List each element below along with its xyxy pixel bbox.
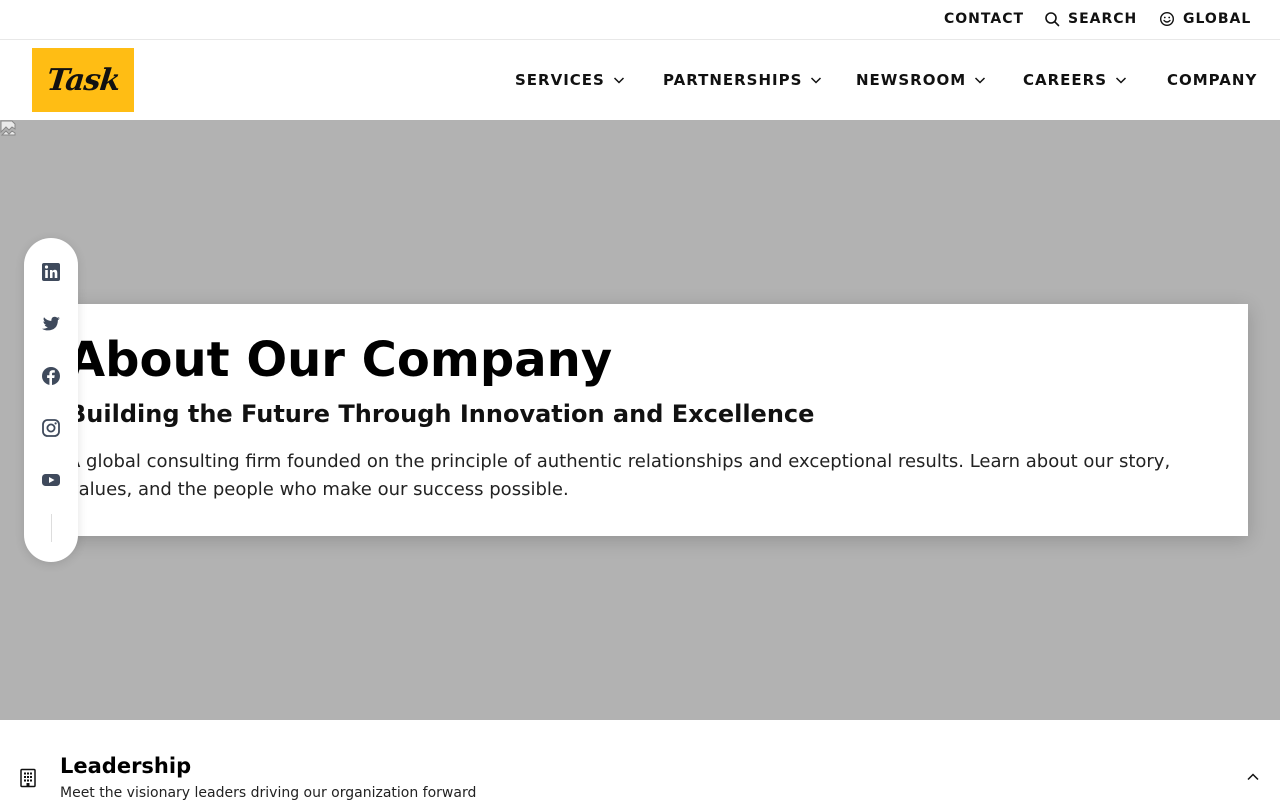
search-label: SEARCH [1068, 11, 1138, 27]
nav-label-partnerships: PARTNERSHIPS [663, 71, 803, 89]
broken-image-icon [0, 120, 16, 136]
social-share-bar [24, 238, 78, 562]
nav-item-newsroom[interactable]: NEWSROOM [856, 71, 986, 89]
twitter-icon[interactable] [41, 314, 61, 334]
chevron-down-icon [613, 77, 624, 84]
accordion-leadership[interactable]: Leadership Meet the visionary leaders dr… [0, 720, 1280, 801]
nav-label-careers: CAREERS [1023, 71, 1108, 89]
logo-text: Task [44, 62, 122, 98]
hero-card: About Our Company Building the Future Th… [60, 304, 1248, 536]
global-selector[interactable]: GLOBAL [1159, 11, 1251, 27]
accordion-description: Meet the visionary leaders driving our o… [60, 785, 477, 801]
linkedin-icon[interactable] [41, 262, 61, 282]
instagram-icon[interactable] [41, 418, 61, 438]
logo[interactable]: Task [32, 48, 134, 112]
nav-item-careers[interactable]: CAREERS [1023, 71, 1127, 89]
accordion-title: Leadership [60, 754, 192, 778]
contact-label: CONTACT [944, 11, 1025, 27]
youtube-icon[interactable] [41, 470, 61, 490]
chevron-down-icon [975, 77, 986, 84]
page-title: About Our Company [68, 332, 613, 388]
nav-label-services: SERVICES [515, 71, 605, 89]
nav-item-company[interactable]: COMPANY [1167, 71, 1257, 89]
hero-subtitle: Building the Future Through Innovation a… [68, 400, 815, 428]
contact-link[interactable]: CONTACT [944, 11, 1024, 27]
nav-label-company: COMPANY [1167, 71, 1258, 89]
search-icon [1045, 12, 1060, 27]
nav-item-services[interactable]: SERVICES [515, 71, 625, 89]
hero-description: A global consulting firm founded on the … [68, 451, 1171, 500]
nav-label-newsroom: NEWSROOM [856, 71, 967, 89]
chevron-down-icon [1115, 77, 1127, 84]
building-icon [20, 768, 36, 788]
chevron-up-icon[interactable] [1246, 770, 1260, 784]
global-label: GLOBAL [1183, 11, 1252, 27]
search-button[interactable]: SEARCH [1044, 11, 1137, 27]
social-divider [51, 514, 52, 542]
main-navigation: Task SERVICES PARTNERSHIPS NEWSROOM CARE… [0, 40, 1280, 120]
hero-section: About Our Company Building the Future Th… [0, 120, 1280, 720]
facebook-icon[interactable] [41, 366, 61, 386]
chevron-down-icon [811, 77, 822, 84]
utility-bar: CONTACT SEARCH GLOBAL [0, 0, 1280, 40]
nav-item-partnerships[interactable]: PARTNERSHIPS [663, 71, 822, 89]
smiley-globe-icon [1159, 11, 1175, 27]
